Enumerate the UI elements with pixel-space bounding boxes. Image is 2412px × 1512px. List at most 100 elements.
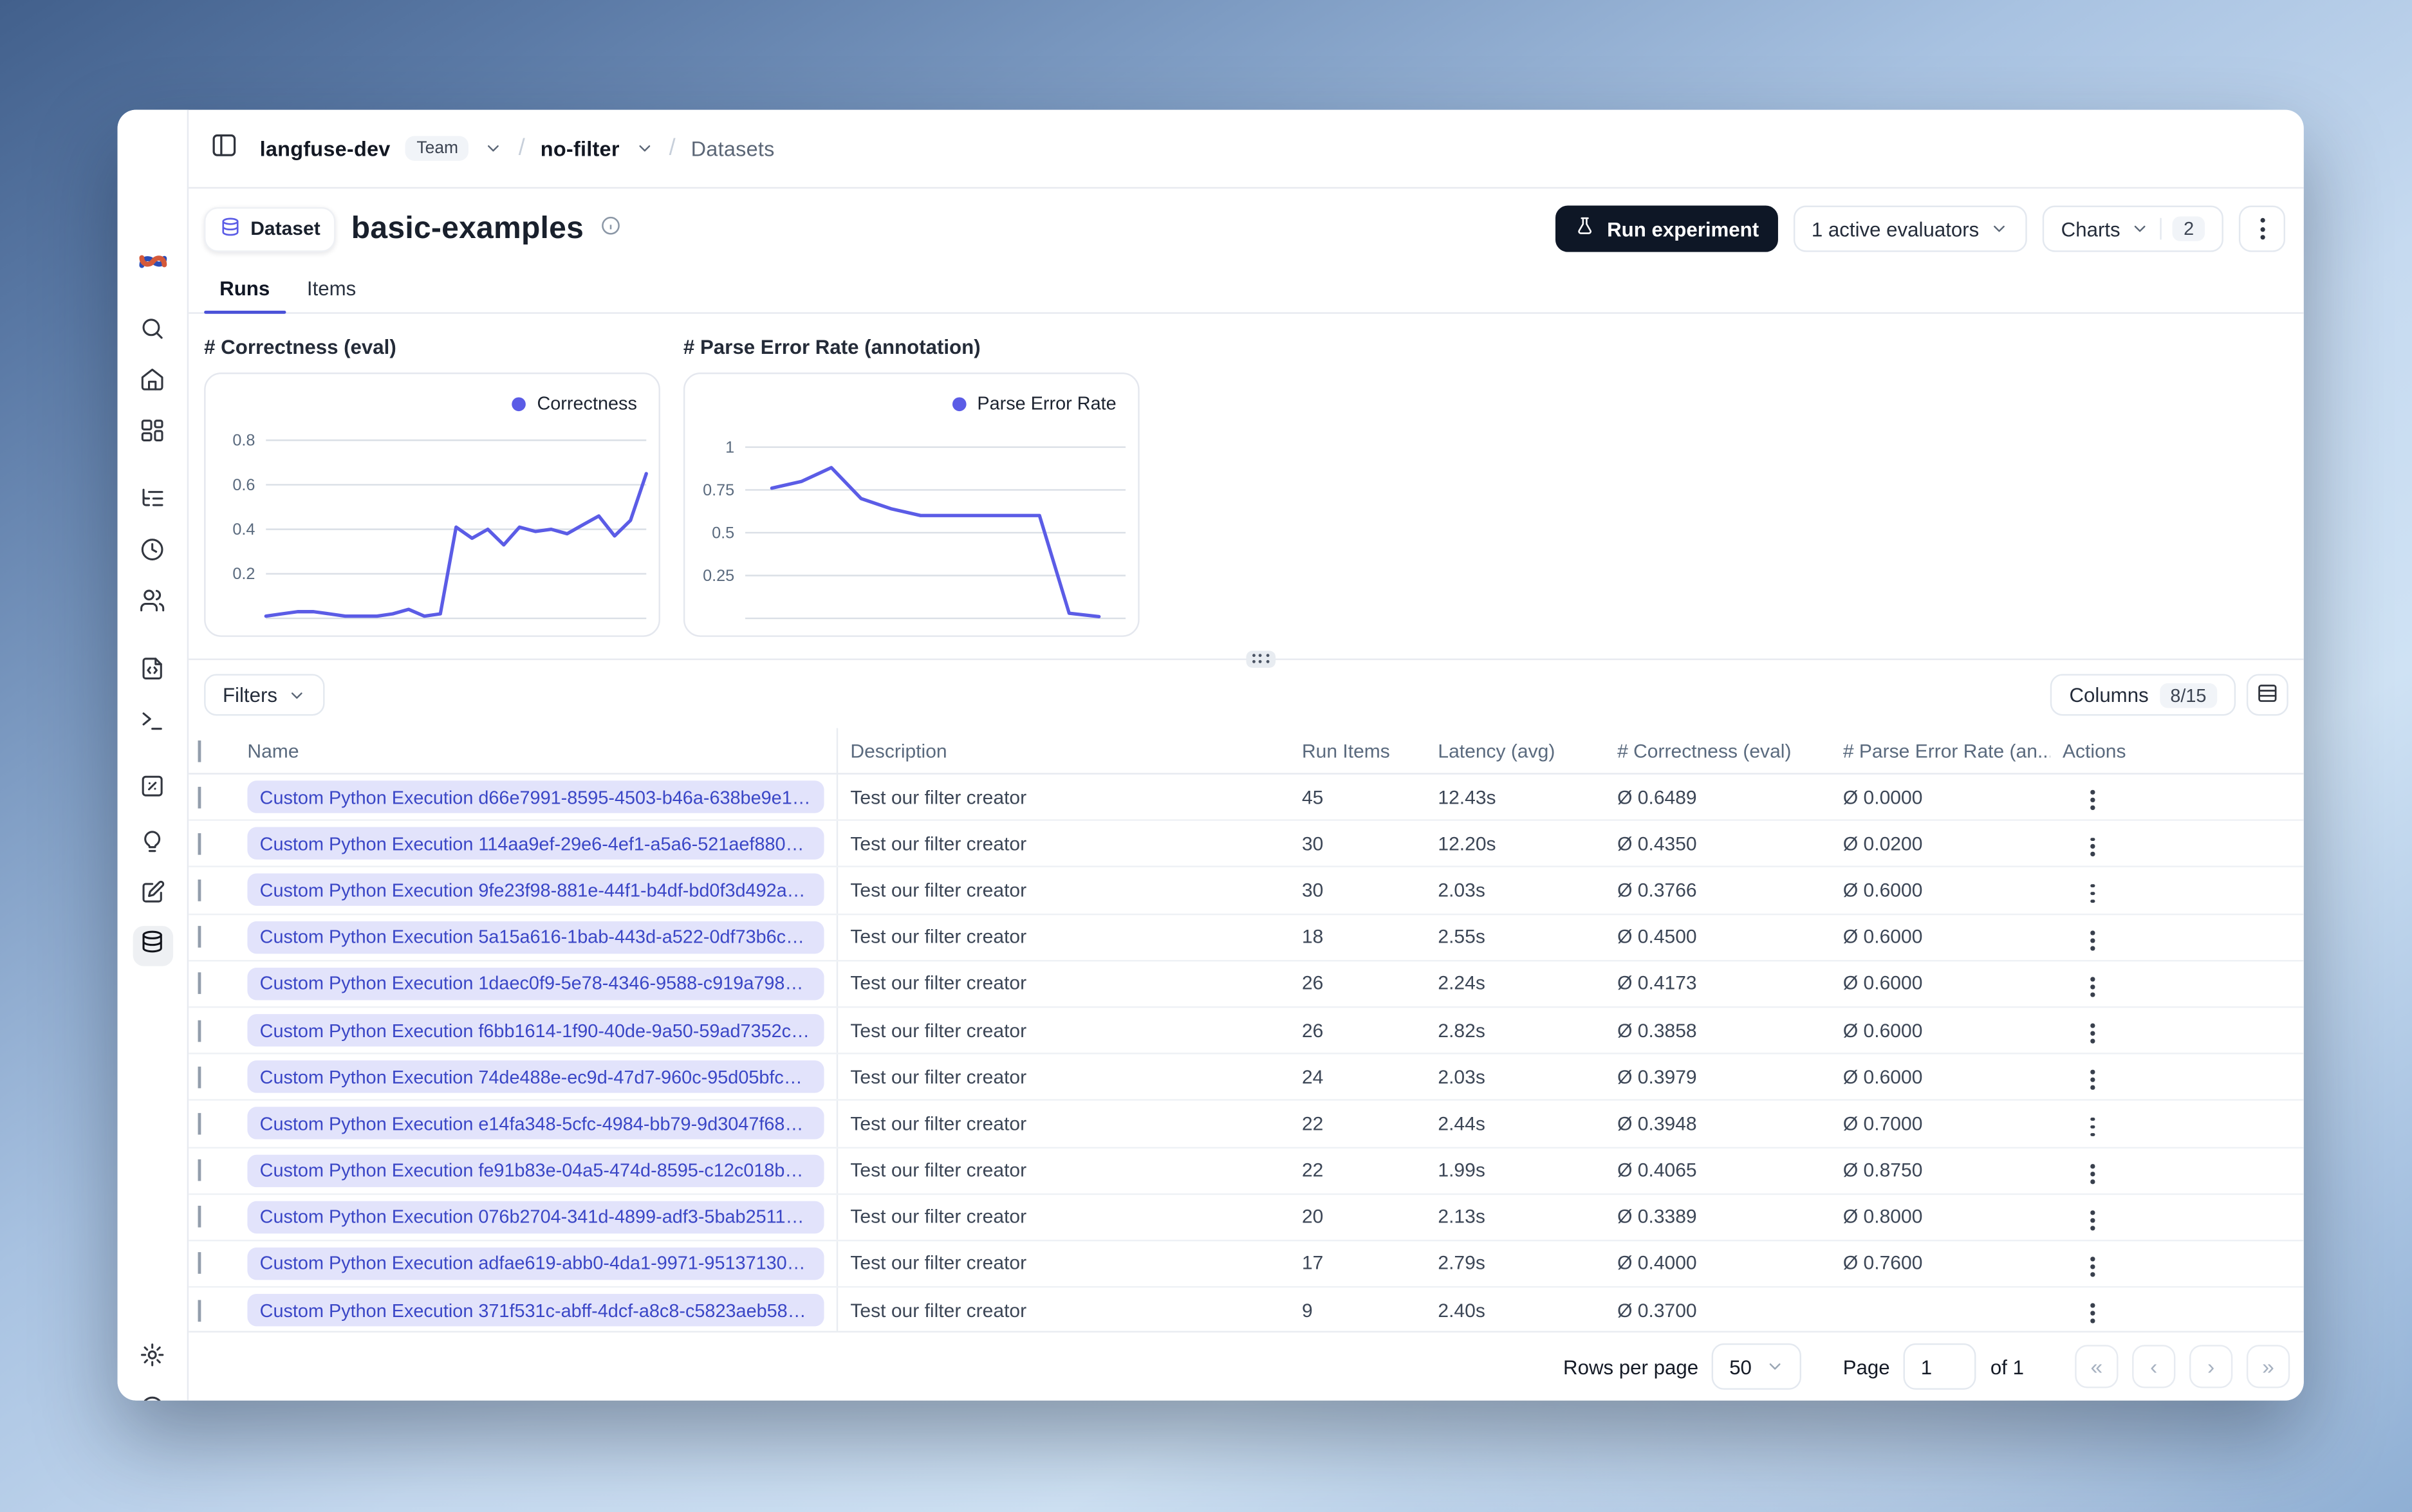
run-name-link[interactable]: Custom Python Execution 076b2704-341d-48… <box>247 1201 824 1233</box>
columns-button[interactable]: Columns 8/15 <box>2050 674 2236 716</box>
table-row[interactable]: Custom Python Execution fe91b83e-04a5-47… <box>189 1147 2304 1195</box>
run-name-link[interactable]: Custom Python Execution adfae619-abb0-4d… <box>247 1247 824 1280</box>
sidebar-item-annotation[interactable] <box>132 876 172 916</box>
column-header-name[interactable]: Name <box>235 728 839 773</box>
sidebar-item-search[interactable] <box>132 312 172 352</box>
filters-label: Filters <box>222 683 277 706</box>
sidebar-item-datasets[interactable] <box>132 926 172 966</box>
info-icon[interactable] <box>599 214 621 244</box>
table-row[interactable]: Custom Python Execution 076b2704-341d-48… <box>189 1194 2304 1241</box>
chevron-down-icon[interactable] <box>485 139 503 158</box>
table-row[interactable]: Custom Python Execution 1daec0f9-5e78-43… <box>189 961 2304 1008</box>
table-row[interactable]: Custom Python Execution adfae619-abb0-4d… <box>189 1240 2304 1288</box>
row-checkbox[interactable] <box>198 926 201 948</box>
row-actions-button[interactable] <box>2081 924 2104 956</box>
more-actions-button[interactable] <box>2238 205 2285 252</box>
chevron-down-icon[interactable] <box>635 139 654 158</box>
lifebuoy-icon <box>139 1394 165 1401</box>
sidebar-toggle-button[interactable] <box>204 128 244 168</box>
sidebar-item-llm-judges[interactable] <box>132 825 172 865</box>
row-checkbox[interactable] <box>198 973 201 995</box>
table-row[interactable]: Custom Python Execution f6bb1614-1f90-40… <box>189 1008 2304 1055</box>
run-name-link[interactable]: Custom Python Execution f6bb1614-1f90-40… <box>247 1014 824 1047</box>
run-name-link[interactable]: Custom Python Execution 5a15a616-1bab-44… <box>247 921 824 954</box>
run-name-link[interactable]: Custom Python Execution 371f531c-abff-4d… <box>247 1294 824 1327</box>
first-page-button[interactable]: « <box>2075 1345 2119 1388</box>
home-icon <box>139 366 165 400</box>
row-actions-button[interactable] <box>2081 971 2104 1003</box>
row-checkbox[interactable] <box>198 1299 201 1322</box>
row-checkbox[interactable] <box>198 1019 201 1042</box>
prev-page-button[interactable]: ‹ <box>2132 1345 2176 1388</box>
row-actions-button[interactable] <box>2081 1298 2104 1330</box>
last-page-button[interactable]: » <box>2246 1345 2290 1388</box>
table-row[interactable]: Custom Python Execution 9fe23f98-881e-44… <box>189 867 2304 915</box>
row-checkbox[interactable] <box>198 833 201 855</box>
sidebar-item-playground[interactable] <box>132 705 172 745</box>
svg-text:0.5: 0.5 <box>712 524 734 542</box>
column-header-correctness[interactable]: # Correctness (eval) <box>1605 740 1831 762</box>
column-header-description[interactable]: Description <box>838 740 1290 762</box>
row-actions-button[interactable] <box>2081 1204 2104 1237</box>
row-actions-button[interactable] <box>2081 1064 2104 1096</box>
run-name-link[interactable]: Custom Python Execution 9fe23f98-881e-44… <box>247 874 824 907</box>
row-actions-button[interactable] <box>2081 831 2104 863</box>
next-page-button[interactable]: › <box>2189 1345 2233 1388</box>
sidebar-item-support[interactable] <box>132 1391 172 1401</box>
row-actions-button[interactable] <box>2081 1157 2104 1190</box>
row-actions-button[interactable] <box>2081 1017 2104 1049</box>
row-actions-button[interactable] <box>2081 1251 2104 1283</box>
run-description: Test our filter creator <box>850 1299 1027 1322</box>
page-title: basic-examples <box>351 210 584 245</box>
charts-dropdown[interactable]: Charts 2 <box>2042 205 2223 252</box>
run-name-link[interactable]: Custom Python Execution 114aa9ef-29e6-4e… <box>247 827 824 860</box>
sidebar-item-evaluation[interactable] <box>132 770 172 809</box>
row-checkbox[interactable] <box>198 1112 201 1135</box>
run-name-link[interactable]: Custom Python Execution d66e7991-8595-45… <box>247 780 824 813</box>
row-checkbox[interactable] <box>198 786 201 808</box>
sidebar-item-users[interactable] <box>132 584 172 624</box>
table-row[interactable]: Custom Python Execution 5a15a616-1bab-44… <box>189 914 2304 961</box>
sidebar-item-prompts[interactable] <box>132 652 172 692</box>
run-name-link[interactable]: Custom Python Execution 1daec0f9-5e78-43… <box>247 967 824 1000</box>
row-checkbox[interactable] <box>198 879 201 901</box>
select-all-checkbox[interactable] <box>198 739 201 762</box>
table-row[interactable]: Custom Python Execution 114aa9ef-29e6-4e… <box>189 821 2304 868</box>
tab-items[interactable]: Items <box>292 268 371 313</box>
run-name-link[interactable]: Custom Python Execution e14fa348-5cfc-49… <box>247 1107 824 1140</box>
tab-runs[interactable]: Runs <box>204 268 285 314</box>
filters-button[interactable]: Filters <box>204 674 326 716</box>
row-actions-button[interactable] <box>2081 878 2104 910</box>
column-header-run-items[interactable]: Run Items <box>1290 740 1425 762</box>
table-row[interactable]: Custom Python Execution d66e7991-8595-45… <box>189 774 2304 822</box>
column-header-parse-error-rate[interactable]: # Parse Error Rate (an... <box>1831 740 2050 762</box>
page-header: Dataset basic-examples Run experiment 1 … <box>189 187 2304 261</box>
run-name-link[interactable]: Custom Python Execution fe91b83e-04a5-47… <box>247 1154 824 1187</box>
table-row[interactable]: Custom Python Execution 74de488e-ec9d-47… <box>189 1054 2304 1102</box>
row-checkbox[interactable] <box>198 1206 201 1228</box>
row-checkbox[interactable] <box>198 1066 201 1088</box>
sidebar-item-sessions[interactable] <box>132 533 172 573</box>
breadcrumb-org[interactable]: langfuse-dev <box>260 137 391 160</box>
row-actions-button[interactable] <box>2081 784 2104 816</box>
table-row[interactable]: Custom Python Execution 371f531c-abff-4d… <box>189 1287 2304 1335</box>
sidebar-item-dashboards[interactable] <box>132 414 172 454</box>
run-experiment-button[interactable]: Run experiment <box>1555 205 1778 252</box>
page-number-input[interactable] <box>1904 1343 1977 1390</box>
resize-handle[interactable] <box>1246 650 1276 668</box>
breadcrumb-project[interactable]: no-filter <box>541 137 620 160</box>
row-actions-button[interactable] <box>2081 1111 2104 1143</box>
sidebar-item-tracing[interactable] <box>132 483 172 522</box>
row-checkbox[interactable] <box>198 1159 201 1181</box>
sidebar-item-settings[interactable] <box>132 1339 172 1379</box>
row-height-button[interactable] <box>2246 674 2288 716</box>
clock-icon <box>139 537 165 571</box>
evaluators-dropdown[interactable]: 1 active evaluators <box>1793 205 2027 252</box>
breadcrumb-section[interactable]: Datasets <box>691 137 775 160</box>
column-header-latency[interactable]: Latency (avg) <box>1425 740 1605 762</box>
table-row[interactable]: Custom Python Execution e14fa348-5cfc-49… <box>189 1101 2304 1148</box>
rows-per-page-select[interactable]: 50 <box>1712 1343 1801 1390</box>
sidebar-item-home[interactable] <box>132 364 172 403</box>
run-name-link[interactable]: Custom Python Execution 74de488e-ec9d-47… <box>247 1060 824 1094</box>
row-checkbox[interactable] <box>198 1253 201 1275</box>
